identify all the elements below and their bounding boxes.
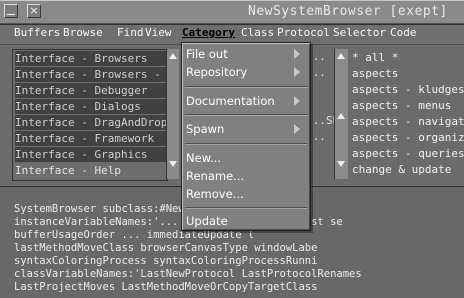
list-item[interactable]: aspects [352,67,398,80]
list-item[interactable]: aspects - organiza [352,131,464,144]
menu-view[interactable]: View [145,26,172,39]
list-item[interactable]: * all * [352,51,398,64]
list-item[interactable]: Interface - DragAndDrop [15,115,166,130]
category-scrollbar[interactable] [166,49,179,179]
menu-item-repository[interactable]: Repository [186,64,247,80]
list-item[interactable]: aspects - menus [352,99,451,112]
scroll-up-icon[interactable] [337,53,345,59]
menu-find[interactable]: Find [117,26,144,39]
list-item[interactable]: Interface - Browsers [15,51,166,66]
minimize-icon[interactable] [4,4,18,18]
list-item[interactable]: aspects - queries [352,147,464,160]
submenu-arrow-icon [294,96,300,106]
list-item[interactable]: change & update [352,163,451,176]
menu-buffers[interactable]: Buffers [14,26,60,39]
menu-item-documentation[interactable]: Documentation [186,93,275,109]
category-list[interactable]: Interface - Browsers Interface - Browser… [12,49,168,181]
menu-item-file-out[interactable]: File out [186,46,228,62]
code-line: classVariableNames:'LastNewProtocol Last… [14,268,362,280]
menu-separator [185,86,307,88]
menu-item-remove[interactable]: Remove... [186,186,244,202]
menu-item-spawn[interactable]: Spawn [186,121,224,137]
menu-separator [185,143,307,145]
protocol-scrollbar[interactable] [334,49,349,179]
title-bar: × NewSystemBrowser [exept] [0,0,464,25]
code-line: lastMethodMoveClass browserCanvasType wi… [14,242,318,254]
menu-item-rename[interactable]: Rename... [186,168,244,184]
submenu-arrow-icon [294,124,300,134]
menu-separator [185,114,307,116]
list-item[interactable]: aspects - navigatio [352,115,464,128]
list-item[interactable]: Interface - Dialogs [15,99,166,114]
menu-category[interactable]: Category [182,26,235,39]
menu-browse[interactable]: Browse [63,26,103,39]
category-menu: File out Repository Documentation Spawn … [181,42,311,231]
scroll-down-icon[interactable] [169,161,177,167]
submenu-arrow-icon [294,49,300,59]
list-item[interactable]: aspects - kludges [352,83,464,96]
menu-class[interactable]: Class [241,26,274,39]
submenu-arrow-icon [294,67,300,77]
scroll-up-icon[interactable] [337,113,345,119]
list-item[interactable]: Interface - Graphics [15,147,166,162]
menu-code[interactable]: Code [390,26,417,39]
code-line: LastProjectMoves LastMethodMoveOrCopyTar… [14,281,318,293]
window-title: NewSystemBrowser [exept] [248,4,448,19]
list-item[interactable]: Interface - Framework [15,131,166,146]
list-item[interactable]: Interface - Help [15,163,166,178]
menu-item-update[interactable]: Update [186,213,228,229]
menu-item-new[interactable]: New... [186,150,221,166]
menu-selector[interactable]: Selector [333,26,386,39]
code-line: syntaxColoringProcess syntaxColoringProc… [14,255,318,267]
list-item[interactable]: Interface - Browsers - Sp [15,67,166,82]
menu-separator [185,207,307,209]
menu-protocol[interactable]: Protocol [277,26,330,39]
list-item[interactable]: Interface - Debugger [15,83,166,98]
scroll-up-icon[interactable] [169,53,177,59]
scroll-down-icon[interactable] [337,161,345,167]
close-icon[interactable]: × [27,4,41,18]
